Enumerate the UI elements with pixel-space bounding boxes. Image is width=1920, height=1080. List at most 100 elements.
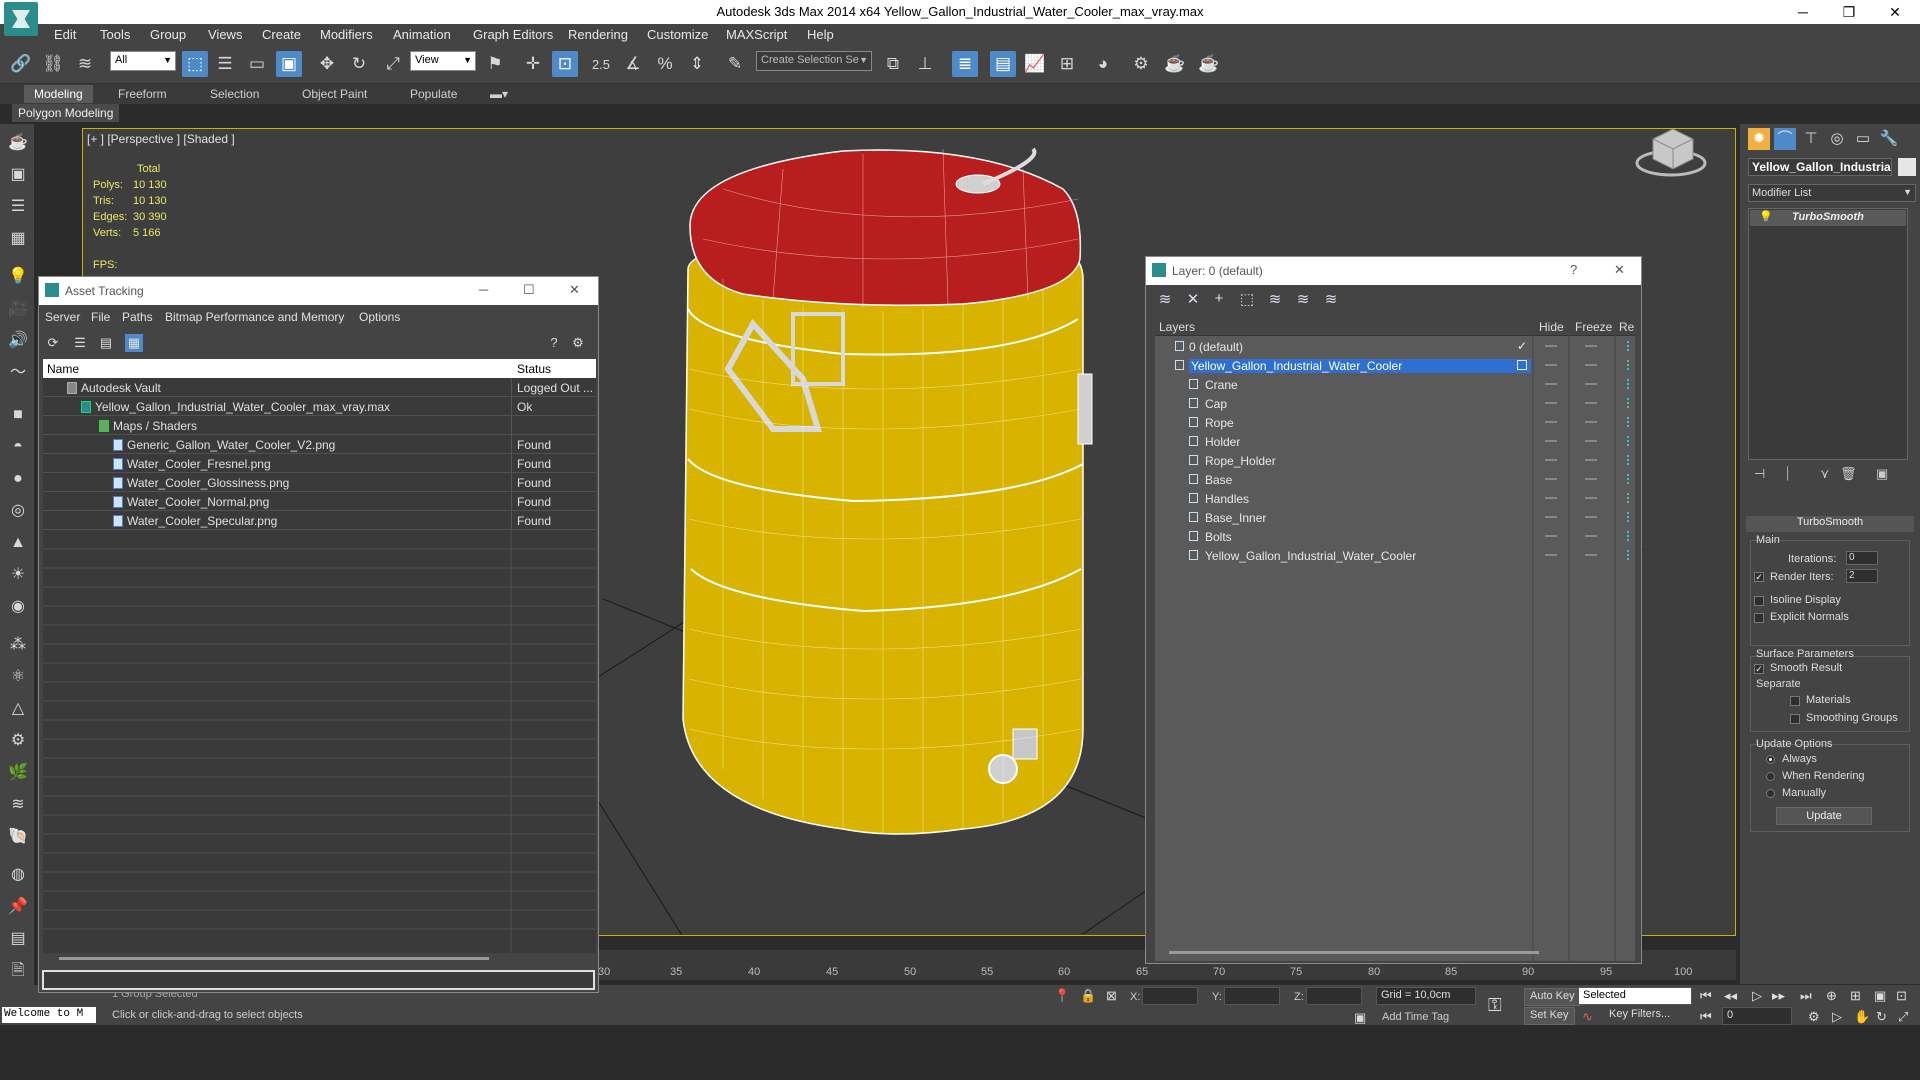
hierarchy-tab-icon[interactable]: ⊤ xyxy=(1800,128,1822,150)
auto-key-button[interactable]: Auto Key xyxy=(1524,988,1581,1006)
add-to-layer-icon[interactable]: + xyxy=(1208,290,1230,310)
menu-animation[interactable]: Animation xyxy=(393,27,451,42)
layer-row[interactable]: 0 (default) ✓ xyxy=(1155,337,1635,356)
settings-icon[interactable]: ⚙ xyxy=(569,334,587,352)
asset-menu-options[interactable]: Options xyxy=(359,310,400,324)
close-button[interactable]: ✕ xyxy=(1614,262,1625,278)
list-icon[interactable]: ☰ xyxy=(7,196,29,218)
update-manually-radio[interactable] xyxy=(1766,789,1775,798)
tab-selection[interactable]: Selection xyxy=(210,87,259,101)
gear-icon[interactable]: ⚙ xyxy=(7,730,29,752)
menu-help[interactable]: Help xyxy=(807,27,834,42)
pin-stack-icon[interactable]: ⊣ xyxy=(1754,466,1765,482)
render-production-icon[interactable]: ☕ xyxy=(1196,51,1222,77)
render-toggle[interactable] xyxy=(1627,550,1633,560)
key-icon[interactable]: ⚿ xyxy=(1488,995,1502,1016)
horizontal-scrollbar[interactable] xyxy=(59,957,489,960)
menu-create[interactable]: Create xyxy=(262,27,301,42)
table-row[interactable]: Water_Cooler_Normal.png Found xyxy=(43,492,596,511)
menu-views[interactable]: Views xyxy=(208,27,242,42)
modify-tab-icon[interactable]: ⌒ xyxy=(1774,128,1796,150)
layer-row[interactable]: Cap xyxy=(1155,394,1635,413)
z-coord-field[interactable] xyxy=(1306,987,1362,1005)
material-editor-icon[interactable]: ◕ xyxy=(1090,51,1116,77)
spline-icon[interactable]: 〜 xyxy=(7,362,29,384)
freeze-toggle[interactable] xyxy=(1585,516,1597,518)
ribbon-options-icon[interactable]: ▬▾ xyxy=(490,87,508,101)
ribbon-toggle-icon[interactable]: ▤ xyxy=(990,51,1016,77)
highlight-layer-icon[interactable]: ≋ xyxy=(1264,290,1286,310)
layer-hscrollbar[interactable] xyxy=(1169,951,1539,954)
layer-row[interactable]: Base_Inner xyxy=(1155,508,1635,527)
column-layers[interactable]: Layers xyxy=(1159,320,1195,334)
viewcube[interactable] xyxy=(1635,129,1707,177)
column-render[interactable]: Ren xyxy=(1619,320,1635,334)
configure-sets-icon[interactable]: ▣ xyxy=(1876,466,1888,482)
render-setup-icon[interactable]: ⚙ xyxy=(1128,51,1154,77)
menu-group[interactable]: Group xyxy=(150,27,186,42)
column-freeze[interactable]: Freeze xyxy=(1575,320,1612,334)
viewport-label[interactable]: [+ ] [Perspective ] [Shaded ] xyxy=(87,132,235,146)
polygon-modeling-panel[interactable]: Polygon Modeling xyxy=(12,104,120,122)
menu-graph-editors[interactable]: Graph Editors xyxy=(473,27,553,42)
manipulate-icon[interactable]: ✛ xyxy=(520,51,546,77)
layer-row[interactable]: Handles xyxy=(1155,489,1635,508)
percent-snap-icon[interactable]: % xyxy=(652,51,678,77)
freeze-all-icon[interactable]: ≋ xyxy=(1320,290,1342,310)
layer-row[interactable]: Holder xyxy=(1155,432,1635,451)
hair-icon[interactable]: ≋ xyxy=(7,794,29,816)
menu-edit[interactable]: Edit xyxy=(54,27,76,42)
help-icon[interactable]: ? xyxy=(545,334,563,352)
lock-icon[interactable]: 🔒 xyxy=(1080,988,1096,1004)
add-time-tag[interactable]: Add Time Tag xyxy=(1382,1011,1449,1023)
script-icon[interactable]: ▤ xyxy=(7,928,29,950)
absolute-mode-icon[interactable]: ⊠ xyxy=(1106,988,1117,1004)
render-iters-spinner[interactable]: 2 xyxy=(1846,569,1878,583)
hide-toggle[interactable] xyxy=(1545,402,1557,404)
ref-coord-dropdown[interactable]: View ▼ xyxy=(410,51,476,71)
asset-menu-file[interactable]: File xyxy=(91,310,110,324)
render-toggle[interactable] xyxy=(1627,417,1633,427)
column-status[interactable]: Status xyxy=(517,362,551,376)
layer-manager-icon[interactable]: ≣ xyxy=(952,51,978,77)
hide-toggle[interactable] xyxy=(1545,345,1557,347)
layer-row[interactable]: Rope_Holder xyxy=(1155,451,1635,470)
set-key-button[interactable]: Set Key xyxy=(1524,1007,1575,1025)
minimize-button[interactable]: ─ xyxy=(1780,0,1826,24)
rotate-icon[interactable]: ↻ xyxy=(346,51,372,77)
hide-toggle[interactable] xyxy=(1545,459,1557,461)
select-and-link-icon[interactable]: 🔗 xyxy=(8,51,34,77)
light-icon[interactable]: 💡 xyxy=(7,266,29,288)
tab-object-paint[interactable]: Object Paint xyxy=(302,87,367,101)
grid-icon[interactable]: ▦ xyxy=(7,228,29,250)
key-tangent-icon[interactable]: ∿ xyxy=(1582,1009,1593,1025)
named-selection-dropdown[interactable]: Create Selection Se ▼ xyxy=(756,51,872,71)
maximize-icon[interactable]: ☐ xyxy=(523,282,535,298)
mirror-icon[interactable]: ⧉ xyxy=(880,51,906,77)
angle-snap-icon[interactable]: ∡ xyxy=(620,51,646,77)
update-button[interactable]: Update xyxy=(1776,807,1872,825)
list-view-icon[interactable]: ☰ xyxy=(71,334,89,352)
layer-row[interactable]: Rope xyxy=(1155,413,1635,432)
menu-modifiers[interactable]: Modifiers xyxy=(320,27,373,42)
asset-menu-paths[interactable]: Paths xyxy=(122,310,153,324)
orbit-icon[interactable]: ↻ xyxy=(1876,1009,1887,1025)
remove-modifier-icon[interactable]: 🗑 xyxy=(1840,466,1857,482)
camera-icon[interactable]: 🎥 xyxy=(7,298,29,320)
hide-toggle[interactable] xyxy=(1545,383,1557,385)
delete-layer-icon[interactable]: ✕ xyxy=(1182,290,1204,310)
layer-row[interactable]: Yellow_Gallon_Industrial_Water_Cooler xyxy=(1155,546,1635,565)
render-toggle[interactable] xyxy=(1627,398,1633,408)
object-color-swatch[interactable] xyxy=(1898,158,1916,176)
play-icon[interactable]: ▷ xyxy=(1752,988,1762,1004)
materials-checkbox[interactable] xyxy=(1790,696,1800,706)
freeze-toggle[interactable] xyxy=(1585,345,1597,347)
torus-icon[interactable]: ◎ xyxy=(7,500,29,522)
material-ball-icon[interactable]: ◉ xyxy=(7,596,29,618)
asset-menu-server[interactable]: Server xyxy=(45,310,80,324)
zoom-extents-all-icon[interactable]: ⊡ xyxy=(1896,988,1907,1004)
hide-toggle[interactable] xyxy=(1545,364,1557,366)
make-unique-icon[interactable]: ⋎ xyxy=(1820,466,1830,482)
tab-freeform[interactable]: Freeform xyxy=(118,87,167,101)
render-toggle[interactable] xyxy=(1627,360,1633,370)
